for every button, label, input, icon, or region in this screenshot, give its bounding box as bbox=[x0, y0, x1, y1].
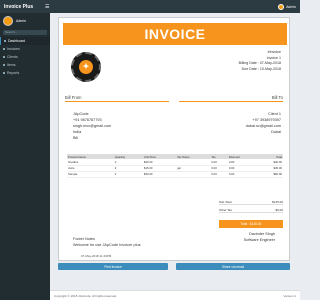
sidebar: Admin Search... Dashboard Invoices Clien… bbox=[0, 13, 50, 300]
page-footer: Copyright © 2018 JApCode. All rights res… bbox=[50, 290, 300, 300]
created-date: 07-May-2018 11:29PM bbox=[81, 254, 112, 258]
sidebar-item-label: Clients bbox=[7, 55, 18, 59]
box-icon bbox=[3, 64, 5, 66]
top-navbar: Invoice Plus ☰ Admin bbox=[0, 0, 300, 13]
sub-total-row: Sub Total $145.00 bbox=[219, 199, 283, 205]
invoice-meta: #Invoice Invoice 1 Billing Date : 07-May… bbox=[239, 50, 281, 72]
bill-from-block: JApCode +91 9876787793 singh.mvc@gmail.c… bbox=[73, 111, 111, 141]
sidebar-item-reports[interactable]: Reports bbox=[0, 69, 50, 77]
sidebar-user-name: Admin bbox=[16, 19, 26, 23]
app-title: Invoice Plus bbox=[4, 3, 34, 10]
sidebar-item-label: Reports bbox=[7, 71, 20, 75]
invoice-banner: INVOICE bbox=[63, 23, 287, 45]
sidebar-item-label: Items bbox=[7, 63, 16, 67]
menu-toggle-icon[interactable]: ☰ bbox=[45, 4, 49, 10]
divider bbox=[65, 101, 169, 102]
sidebar-item-invoices[interactable]: Invoices bbox=[0, 45, 50, 53]
brand[interactable]: Invoice Plus bbox=[0, 0, 42, 13]
users-icon bbox=[3, 56, 5, 58]
top-user-name: Admin bbox=[286, 4, 296, 9]
invoice-sheet: INVOICE ✦ #Invoice Invoice 1 Billing Dat… bbox=[58, 17, 290, 261]
table-cell: 0.00 bbox=[227, 171, 259, 178]
invoice-title: INVOICE bbox=[144, 26, 206, 42]
signer-title: Software Engineer bbox=[243, 238, 275, 242]
bill-from-heading: Bill From bbox=[65, 95, 82, 100]
chart-icon bbox=[3, 72, 5, 74]
main-content: INVOICE ✦ #Invoice Invoice 1 Billing Dat… bbox=[50, 13, 300, 300]
notes-text: Welcome for use JApCode Invoicer plus bbox=[73, 243, 141, 247]
version-text: Version 1 bbox=[283, 293, 296, 298]
sidebar-item-label: Invoices bbox=[7, 47, 20, 51]
total-bar: Total : $145.00 bbox=[219, 220, 283, 228]
table-cell: $30.00 bbox=[142, 171, 177, 178]
sidebar-item-dashboard[interactable]: Dashboard bbox=[0, 37, 50, 45]
dashboard-icon bbox=[4, 40, 6, 42]
table-cell: $60.00 bbox=[258, 171, 283, 178]
copyright-text: Copyright © 2018 JApCode. All rights res… bbox=[54, 293, 117, 298]
from-city: Bill bbox=[73, 136, 79, 140]
divider bbox=[179, 101, 283, 102]
company-logo: ✦ bbox=[71, 52, 101, 82]
user-menu[interactable]: Admin bbox=[278, 3, 300, 10]
logo-mark-icon: ✦ bbox=[79, 60, 93, 74]
table-row: Sample 2 $30.00 0.00 0.00 $60.00 bbox=[67, 171, 283, 178]
share-button-label: Share via email bbox=[222, 264, 244, 269]
share-email-button[interactable]: Share via email bbox=[176, 263, 290, 270]
table-cell: 2 bbox=[113, 171, 143, 178]
table-cell bbox=[176, 171, 211, 178]
signer-block: Davinder Singh Software Engineer bbox=[244, 231, 275, 243]
sidebar-item-clients[interactable]: Clients bbox=[0, 53, 50, 61]
sidebar-item-label: Dashboard bbox=[8, 39, 26, 43]
total-label: Total : $145.00 bbox=[240, 222, 262, 226]
due-date: Due Date : 10-May-2018 bbox=[241, 66, 281, 71]
print-button-label: Print Invoice bbox=[104, 264, 122, 269]
other-tax-label: Other Tax bbox=[219, 207, 232, 212]
print-button[interactable]: Print Invoice bbox=[58, 263, 168, 270]
other-tax-value: $0.00 bbox=[275, 207, 283, 212]
table-cell: 0.00 bbox=[210, 171, 228, 178]
invoice-icon bbox=[3, 48, 5, 50]
avatar bbox=[278, 3, 285, 10]
other-tax-row: Other Tax $0.00 bbox=[219, 207, 283, 213]
billing-date: Billing Date : 07-May-2018 bbox=[238, 61, 281, 65]
footer-notes: Footer Notes Welcome for use JApCode Inv… bbox=[73, 236, 140, 248]
bill-to-heading: Bill To bbox=[271, 95, 283, 100]
sidebar-search-input[interactable]: Search... bbox=[3, 30, 47, 35]
sidebar-avatar bbox=[3, 16, 13, 26]
table-cell: Sample bbox=[67, 171, 114, 178]
to-city: Dubai bbox=[271, 130, 281, 134]
items-table: Product Name Quantity Unit Price Tax Nam… bbox=[67, 154, 283, 178]
sidebar-item-items[interactable]: Items bbox=[0, 61, 50, 69]
sub-total-label: Sub Total bbox=[219, 199, 232, 204]
sidebar-user-panel: Admin bbox=[0, 13, 50, 29]
bill-to-block: Client 1 +97 3938979397 dubai.sc@gmail.c… bbox=[246, 111, 281, 135]
sub-total-value: $145.00 bbox=[272, 199, 283, 204]
